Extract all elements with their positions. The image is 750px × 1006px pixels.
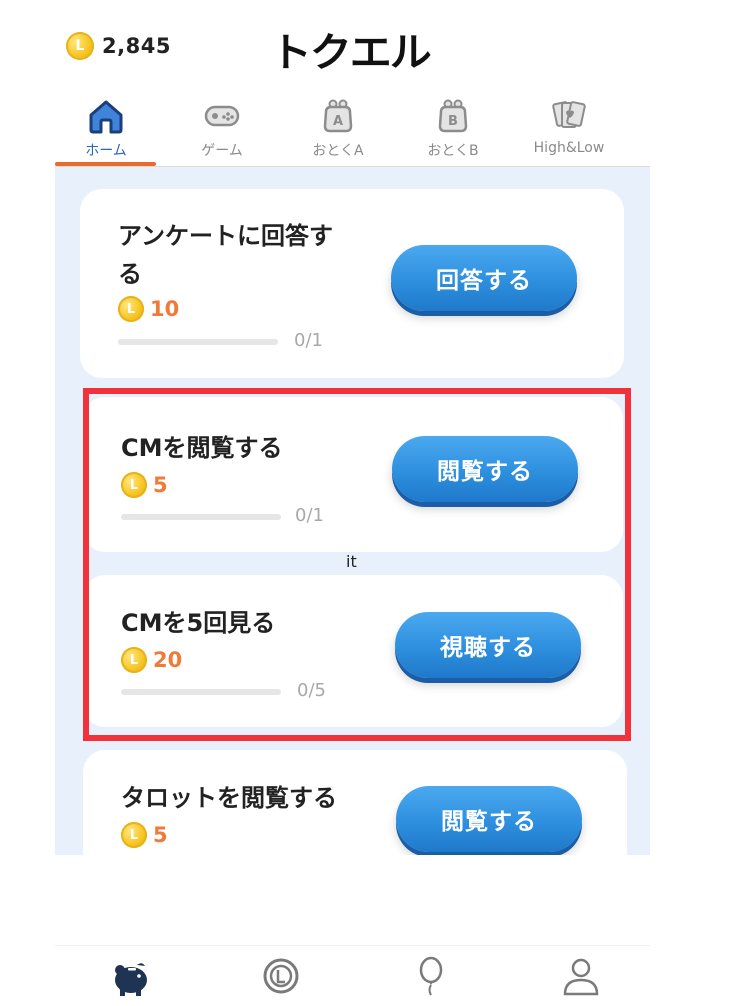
svg-text:B: B (448, 114, 458, 129)
task-progress-bar (121, 689, 281, 695)
tab-game[interactable]: ゲーム (164, 88, 280, 166)
coin-icon: L (121, 472, 147, 498)
task-progress-text: 0/5 (297, 680, 326, 701)
watch-button[interactable]: 視聴する (395, 612, 581, 678)
home-icon (86, 96, 126, 136)
coin-icon: L (118, 296, 144, 322)
bottom-nav (55, 945, 650, 1006)
tab-label: High&Low (533, 140, 605, 156)
svg-text:A: A (333, 114, 343, 129)
task-reward: L 10 (118, 296, 179, 322)
tab-otoku-b[interactable]: B おとくB (395, 88, 511, 166)
task-progress-bar (118, 339, 278, 345)
gamepad-icon (202, 96, 242, 136)
task-reward-amount: 10 (150, 297, 180, 321)
task-card-survey: アンケートに回答す る L 10 0/1 回答する (80, 189, 624, 378)
task-progress-bar (121, 514, 281, 520)
tab-label: ホーム (85, 143, 127, 159)
task-reward: L 20 (121, 647, 182, 673)
bottom-nav-item-balloon[interactable] (401, 956, 461, 996)
task-title: タロットを閲覧する (121, 784, 337, 812)
task-title: CMを閲覧する (121, 434, 283, 462)
bottom-nav-item-coin[interactable] (251, 956, 311, 996)
purse-b-icon: B (433, 96, 473, 136)
coin-icon: L (66, 32, 94, 60)
annotation-label: it (346, 552, 357, 571)
active-tab-indicator (55, 162, 156, 166)
tab-high-low[interactable]: High&Low (511, 88, 627, 166)
view-cm-button[interactable]: 閲覧する (392, 436, 578, 502)
bottom-nav-item-account[interactable] (551, 956, 611, 996)
tab-label: おとくB (427, 143, 479, 159)
task-progress-text: 0/1 (295, 505, 324, 526)
view-tarot-button[interactable]: 閲覧する (396, 786, 582, 852)
coin-balance: L 2,845 (66, 30, 171, 62)
tab-bar: ホーム ゲーム A おとくA B おとくB High&Low (55, 88, 650, 167)
coin-outline-icon (261, 956, 301, 996)
task-reward: L 5 (121, 472, 168, 498)
piggy-bank-icon (109, 956, 153, 996)
task-reward-amount: 5 (153, 823, 168, 847)
coin-icon: L (121, 647, 147, 673)
tab-otoku-a[interactable]: A おとくA (280, 88, 396, 166)
coin-icon: L (121, 822, 147, 848)
bottom-nav-item-piggy-bank[interactable] (101, 956, 161, 996)
coin-balance-value: 2,845 (102, 34, 171, 58)
task-reward-amount: 20 (153, 648, 183, 672)
task-card-cm-5-times: CMを5回見る L 20 0/5 視聴する (83, 575, 623, 727)
task-card-tarot: タロットを閲覧する L 5 閲覧する (83, 750, 627, 855)
tab-label: おとくA (312, 143, 364, 159)
tab-label: ゲーム (201, 143, 243, 159)
task-title: CMを5回見る (121, 609, 276, 637)
answer-button[interactable]: 回答する (391, 245, 577, 311)
task-title-line2: る (118, 260, 142, 288)
task-list-panel[interactable]: アンケートに回答す る L 10 0/1 回答する CMを閲覧する L 5 0/… (55, 167, 650, 855)
task-progress-text: 0/1 (294, 330, 323, 351)
task-reward: L 5 (121, 822, 168, 848)
user-icon (561, 956, 601, 996)
task-title-line1: アンケートに回答す (118, 222, 334, 250)
purse-a-icon: A (318, 96, 358, 136)
playing-cards-icon (549, 96, 589, 136)
task-reward-amount: 5 (153, 473, 168, 497)
task-title: アンケートに回答す る (118, 217, 333, 293)
balloon-icon (413, 956, 449, 996)
task-card-cm-view: CMを閲覧する L 5 0/1 閲覧する (83, 397, 623, 552)
tab-home[interactable]: ホーム (48, 88, 164, 166)
app-logo: トクエル (270, 30, 432, 76)
